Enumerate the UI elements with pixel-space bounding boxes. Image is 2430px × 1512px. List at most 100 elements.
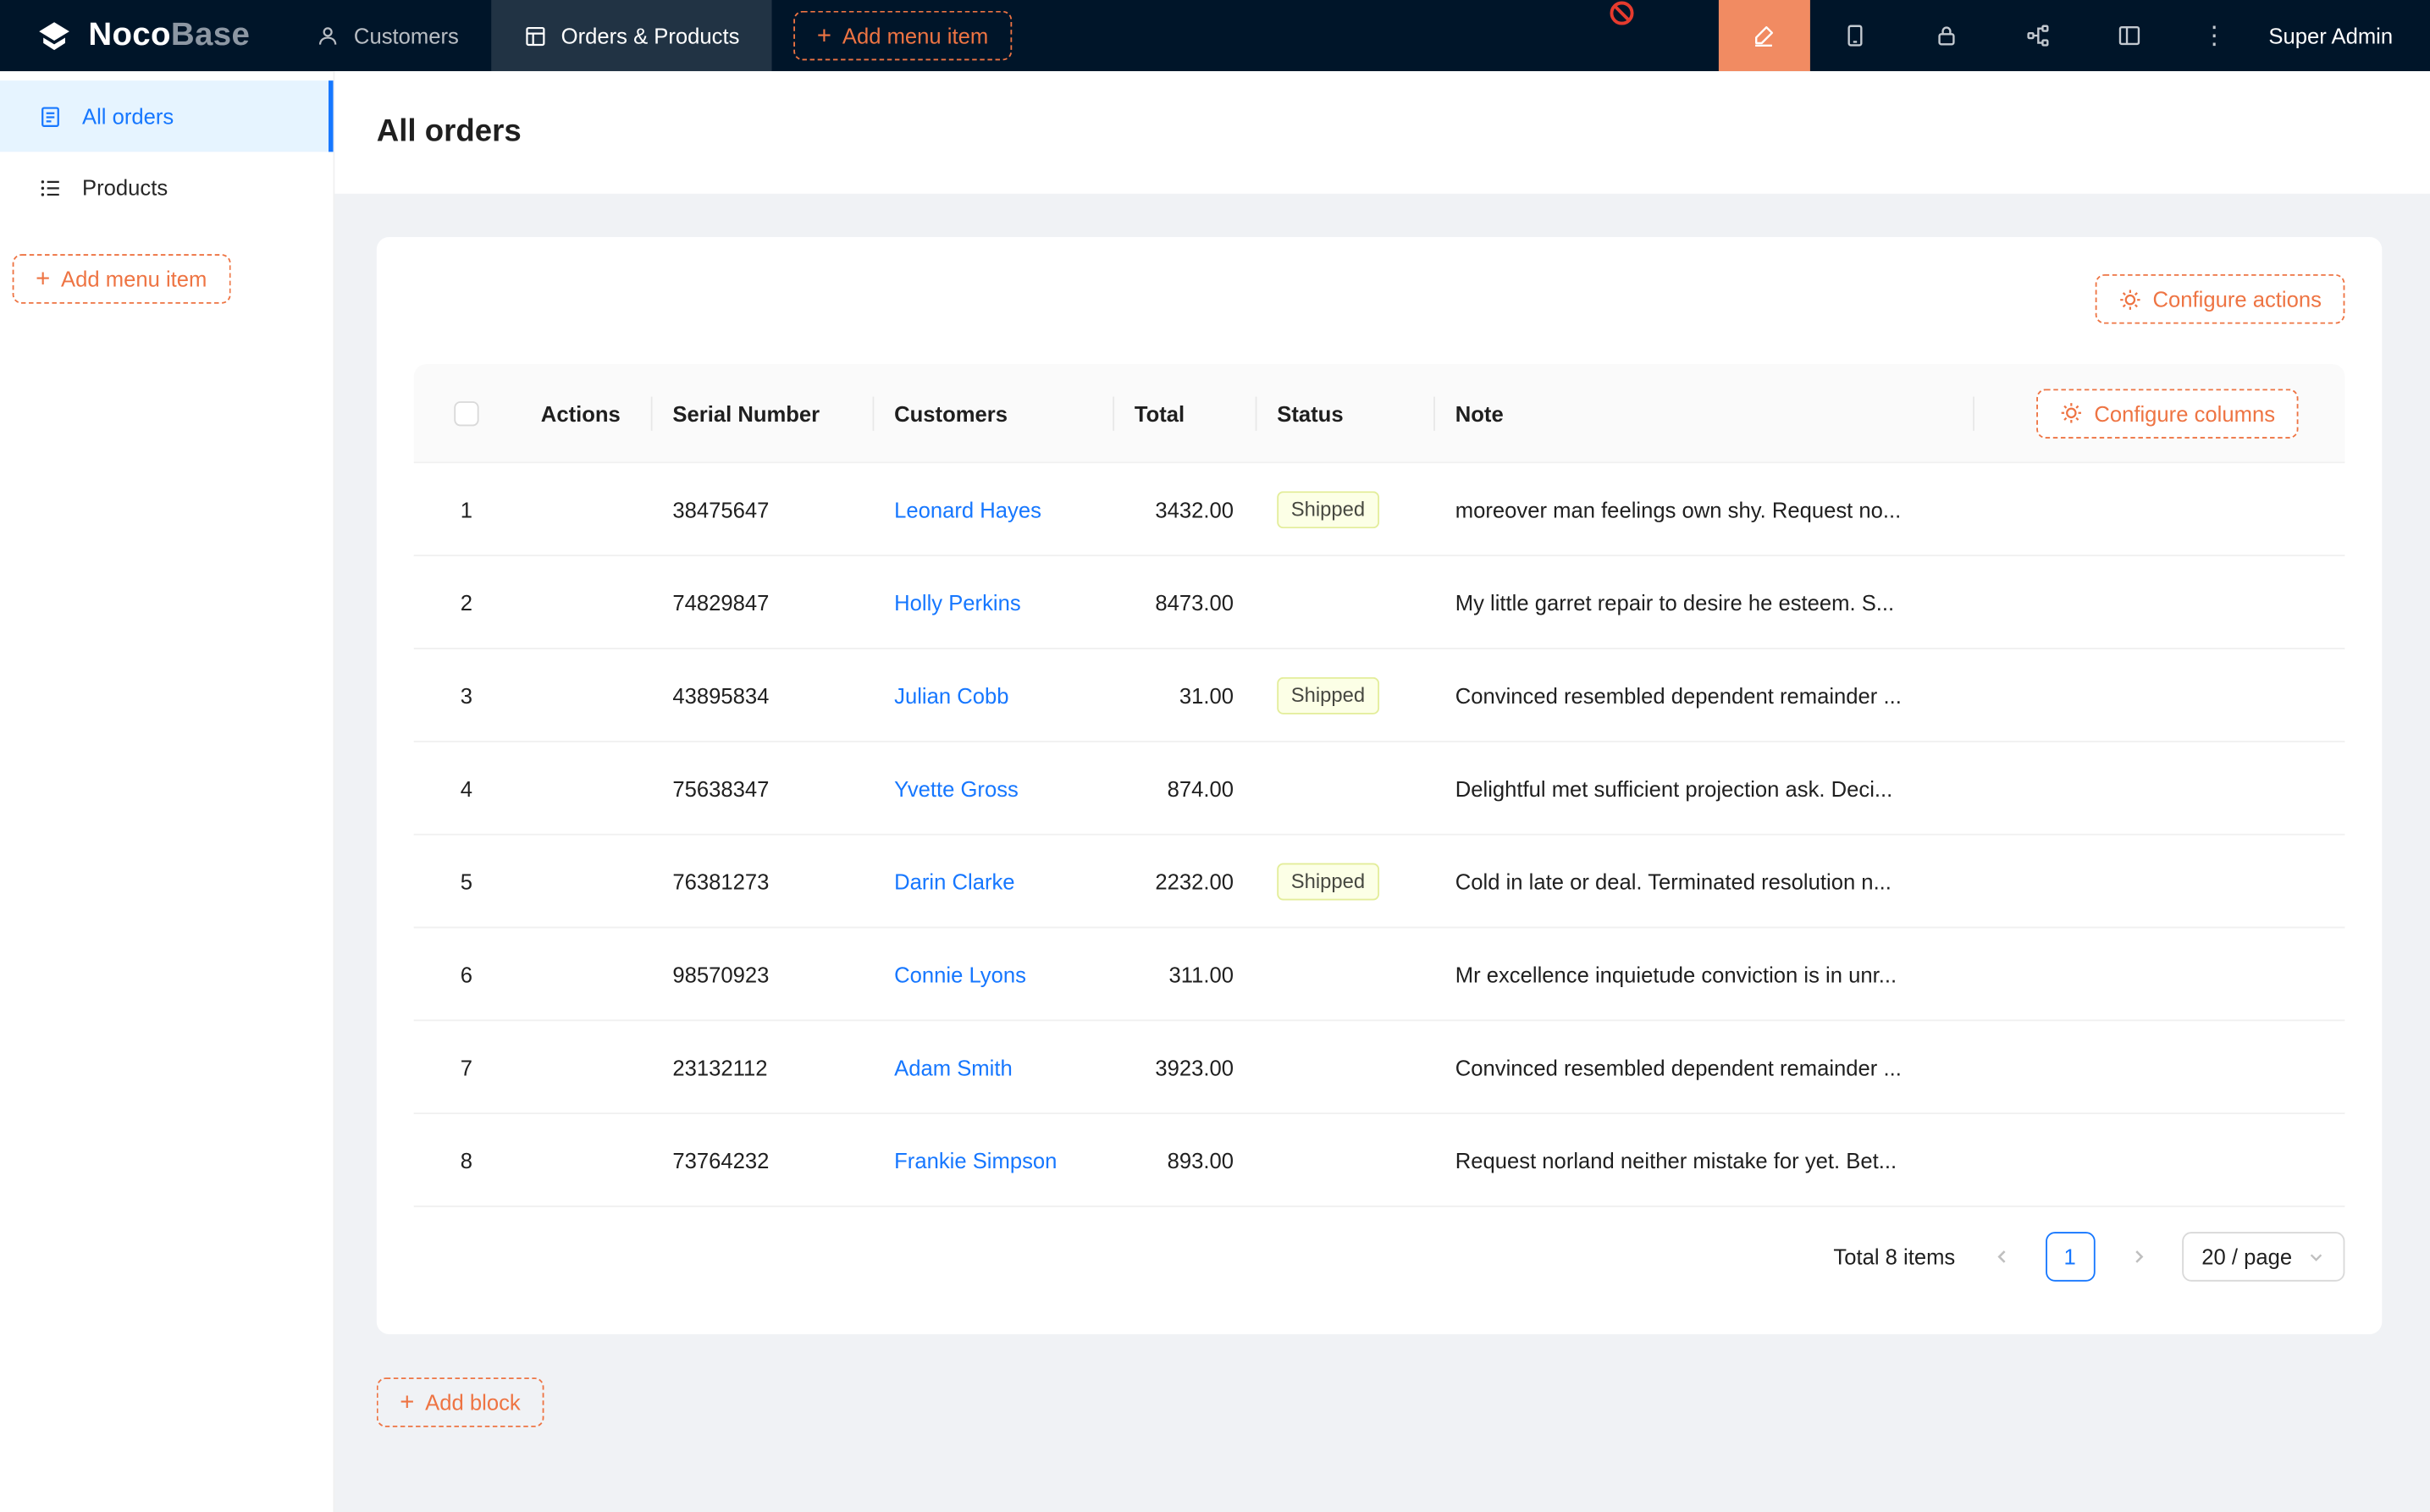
status-cell: Shipped: [1256, 863, 1433, 900]
menu-item-customers[interactable]: Customers: [284, 0, 492, 71]
select-all-checkbox[interactable]: [454, 400, 478, 425]
sidebar: All orders Products Add menu: [0, 71, 334, 1512]
customer-cell: Holly Perkins: [873, 589, 1113, 614]
row-index: 6: [414, 962, 519, 986]
mobile-preview-button[interactable]: [1810, 0, 1902, 71]
customer-cell: Leonard Hayes: [873, 497, 1113, 521]
status-cell: Shipped: [1256, 490, 1433, 527]
gear-icon: [2060, 401, 2083, 424]
main-area: All orders: [334, 71, 2430, 1512]
serial-cell: 73764232: [651, 1147, 873, 1172]
customer-link[interactable]: Adam Smith: [894, 1055, 1013, 1079]
sidebar-add-menu-item-button[interactable]: Add menu item: [13, 254, 230, 304]
orders-table-icon: [524, 24, 547, 47]
plus-icon: [817, 23, 831, 49]
header-menu: Customers Orders & Products Add menu ite…: [284, 0, 1012, 71]
customer-cell: Yvette Gross: [873, 775, 1113, 800]
configure-columns-button[interactable]: Configure columns: [2037, 389, 2299, 439]
serial-cell: 23132112: [651, 1055, 873, 1079]
lock-button[interactable]: [1902, 0, 1993, 71]
table-row[interactable]: 7 23132112 Adam Smith 3923.00 Convinced …: [414, 1021, 2345, 1114]
menu-item-label: Customers: [354, 23, 459, 47]
sidebar-item-label: Products: [82, 175, 168, 200]
sidebar-item-products[interactable]: Products: [0, 152, 334, 223]
plus-icon: [36, 266, 50, 292]
note-cell: Cold in late or deal. Terminated resolut…: [1433, 869, 1973, 893]
user-menu[interactable]: Super Admin: [2253, 0, 2430, 71]
table-row[interactable]: 5 76381273 Darin Clarke 2232.00 Shipped …: [414, 836, 2345, 929]
serial-cell: 75638347: [651, 775, 873, 800]
header-add-menu-item-button[interactable]: Add menu item: [793, 11, 1011, 61]
configure-columns-cell: Configure columns: [1973, 389, 2344, 439]
pagination-next-button[interactable]: [2113, 1232, 2163, 1282]
pagination-total: Total 8 items: [1833, 1244, 1955, 1269]
menu-item-orders-products[interactable]: Orders & Products: [491, 0, 772, 71]
pagination: Total 8 items 1: [414, 1232, 2345, 1282]
customer-cell: Darin Clarke: [873, 869, 1113, 893]
table-row[interactable]: 8 73764232 Frankie Simpson 893.00 Reques…: [414, 1114, 2345, 1207]
note-cell: Delightful met sufficient projection ask…: [1433, 775, 1973, 800]
configure-actions-button[interactable]: Configure actions: [2096, 274, 2345, 324]
serial-cell: 38475647: [651, 497, 873, 521]
customer-link[interactable]: Darin Clarke: [894, 869, 1014, 893]
customer-link[interactable]: Holly Perkins: [894, 589, 1021, 614]
layout-button[interactable]: [2085, 0, 2176, 71]
status-tag: Shipped: [1277, 863, 1378, 900]
customer-link[interactable]: Frankie Simpson: [894, 1147, 1057, 1172]
serial-cell: 74829847: [651, 589, 873, 614]
column-header-status: Status: [1256, 400, 1433, 425]
customer-link[interactable]: Leonard Hayes: [894, 497, 1041, 521]
more-menu-button[interactable]: [2176, 0, 2254, 71]
orders-table-card: Configure actions Actions Serial Number …: [377, 237, 2383, 1334]
pagination-prev-button[interactable]: [1977, 1232, 2027, 1282]
prohibition-icon: [1609, 0, 1635, 26]
layout-icon: [2118, 23, 2142, 47]
list-icon: [39, 176, 62, 199]
logo-text: NocoBase: [88, 17, 250, 54]
status-tag: Shipped: [1277, 490, 1378, 527]
total-cell: 3432.00: [1113, 497, 1255, 521]
note-cell: Mr excellence inquietude conviction is i…: [1433, 962, 1973, 986]
api-button[interactable]: [1993, 0, 2085, 71]
customer-cell: Adam Smith: [873, 1055, 1113, 1079]
kebab-icon: [2202, 20, 2227, 52]
navbar-right: Super Admin: [1609, 0, 2430, 71]
table-row[interactable]: 6 98570923 Connie Lyons 311.00 Mr excell…: [414, 928, 2345, 1021]
orders-table: Actions Serial Number Customers Total St…: [414, 364, 2345, 1282]
row-index: 2: [414, 589, 519, 614]
menu-item-label: Orders & Products: [561, 23, 740, 47]
highlighter-icon: [1752, 23, 1776, 47]
table-header-row: Actions Serial Number Customers Total St…: [414, 364, 2345, 463]
gear-icon: [2118, 288, 2141, 311]
form-document-icon: [39, 105, 62, 128]
page-size-select[interactable]: 20 / page: [2181, 1232, 2344, 1282]
pagination-page-1[interactable]: 1: [2045, 1232, 2095, 1282]
sidebar-item-all-orders[interactable]: All orders: [0, 80, 334, 152]
chevron-left-icon: [1992, 1247, 2011, 1266]
ui-editor-button[interactable]: [1719, 0, 1810, 71]
customer-link[interactable]: Yvette Gross: [894, 775, 1019, 800]
table-row[interactable]: 1 38475647 Leonard Hayes 3432.00 Shipped…: [414, 463, 2345, 556]
table-row[interactable]: 2 74829847 Holly Perkins 8473.00 My litt…: [414, 556, 2345, 649]
table-row[interactable]: 3 43895834 Julian Cobb 31.00 Shipped Con…: [414, 649, 2345, 742]
total-cell: 3923.00: [1113, 1055, 1255, 1079]
api-hierarchy-icon: [2026, 23, 2051, 47]
select-all-cell: [414, 400, 519, 425]
serial-cell: 76381273: [651, 869, 873, 893]
total-cell: 31.00: [1113, 682, 1255, 707]
table-row[interactable]: 4 75638347 Yvette Gross 874.00 Delightfu…: [414, 742, 2345, 836]
column-header-customers: Customers: [873, 400, 1113, 425]
status-tag: Shipped: [1277, 676, 1378, 714]
chevron-down-icon: [2307, 1248, 2324, 1265]
note-cell: Convinced resembled dependent remainder …: [1433, 682, 1973, 707]
customer-link[interactable]: Connie Lyons: [894, 962, 1026, 986]
logo[interactable]: NocoBase: [0, 0, 284, 71]
column-header-actions: Actions: [519, 400, 651, 425]
table-body: 1 38475647 Leonard Hayes 3432.00 Shipped…: [414, 463, 2345, 1207]
sidebar-item-label: All orders: [82, 104, 174, 129]
customer-link[interactable]: Julian Cobb: [894, 682, 1008, 707]
add-block-button[interactable]: Add block: [377, 1377, 544, 1427]
status-cell: Shipped: [1256, 676, 1433, 714]
row-index: 4: [414, 775, 519, 800]
note-cell: My little garret repair to desire he est…: [1433, 589, 1973, 614]
